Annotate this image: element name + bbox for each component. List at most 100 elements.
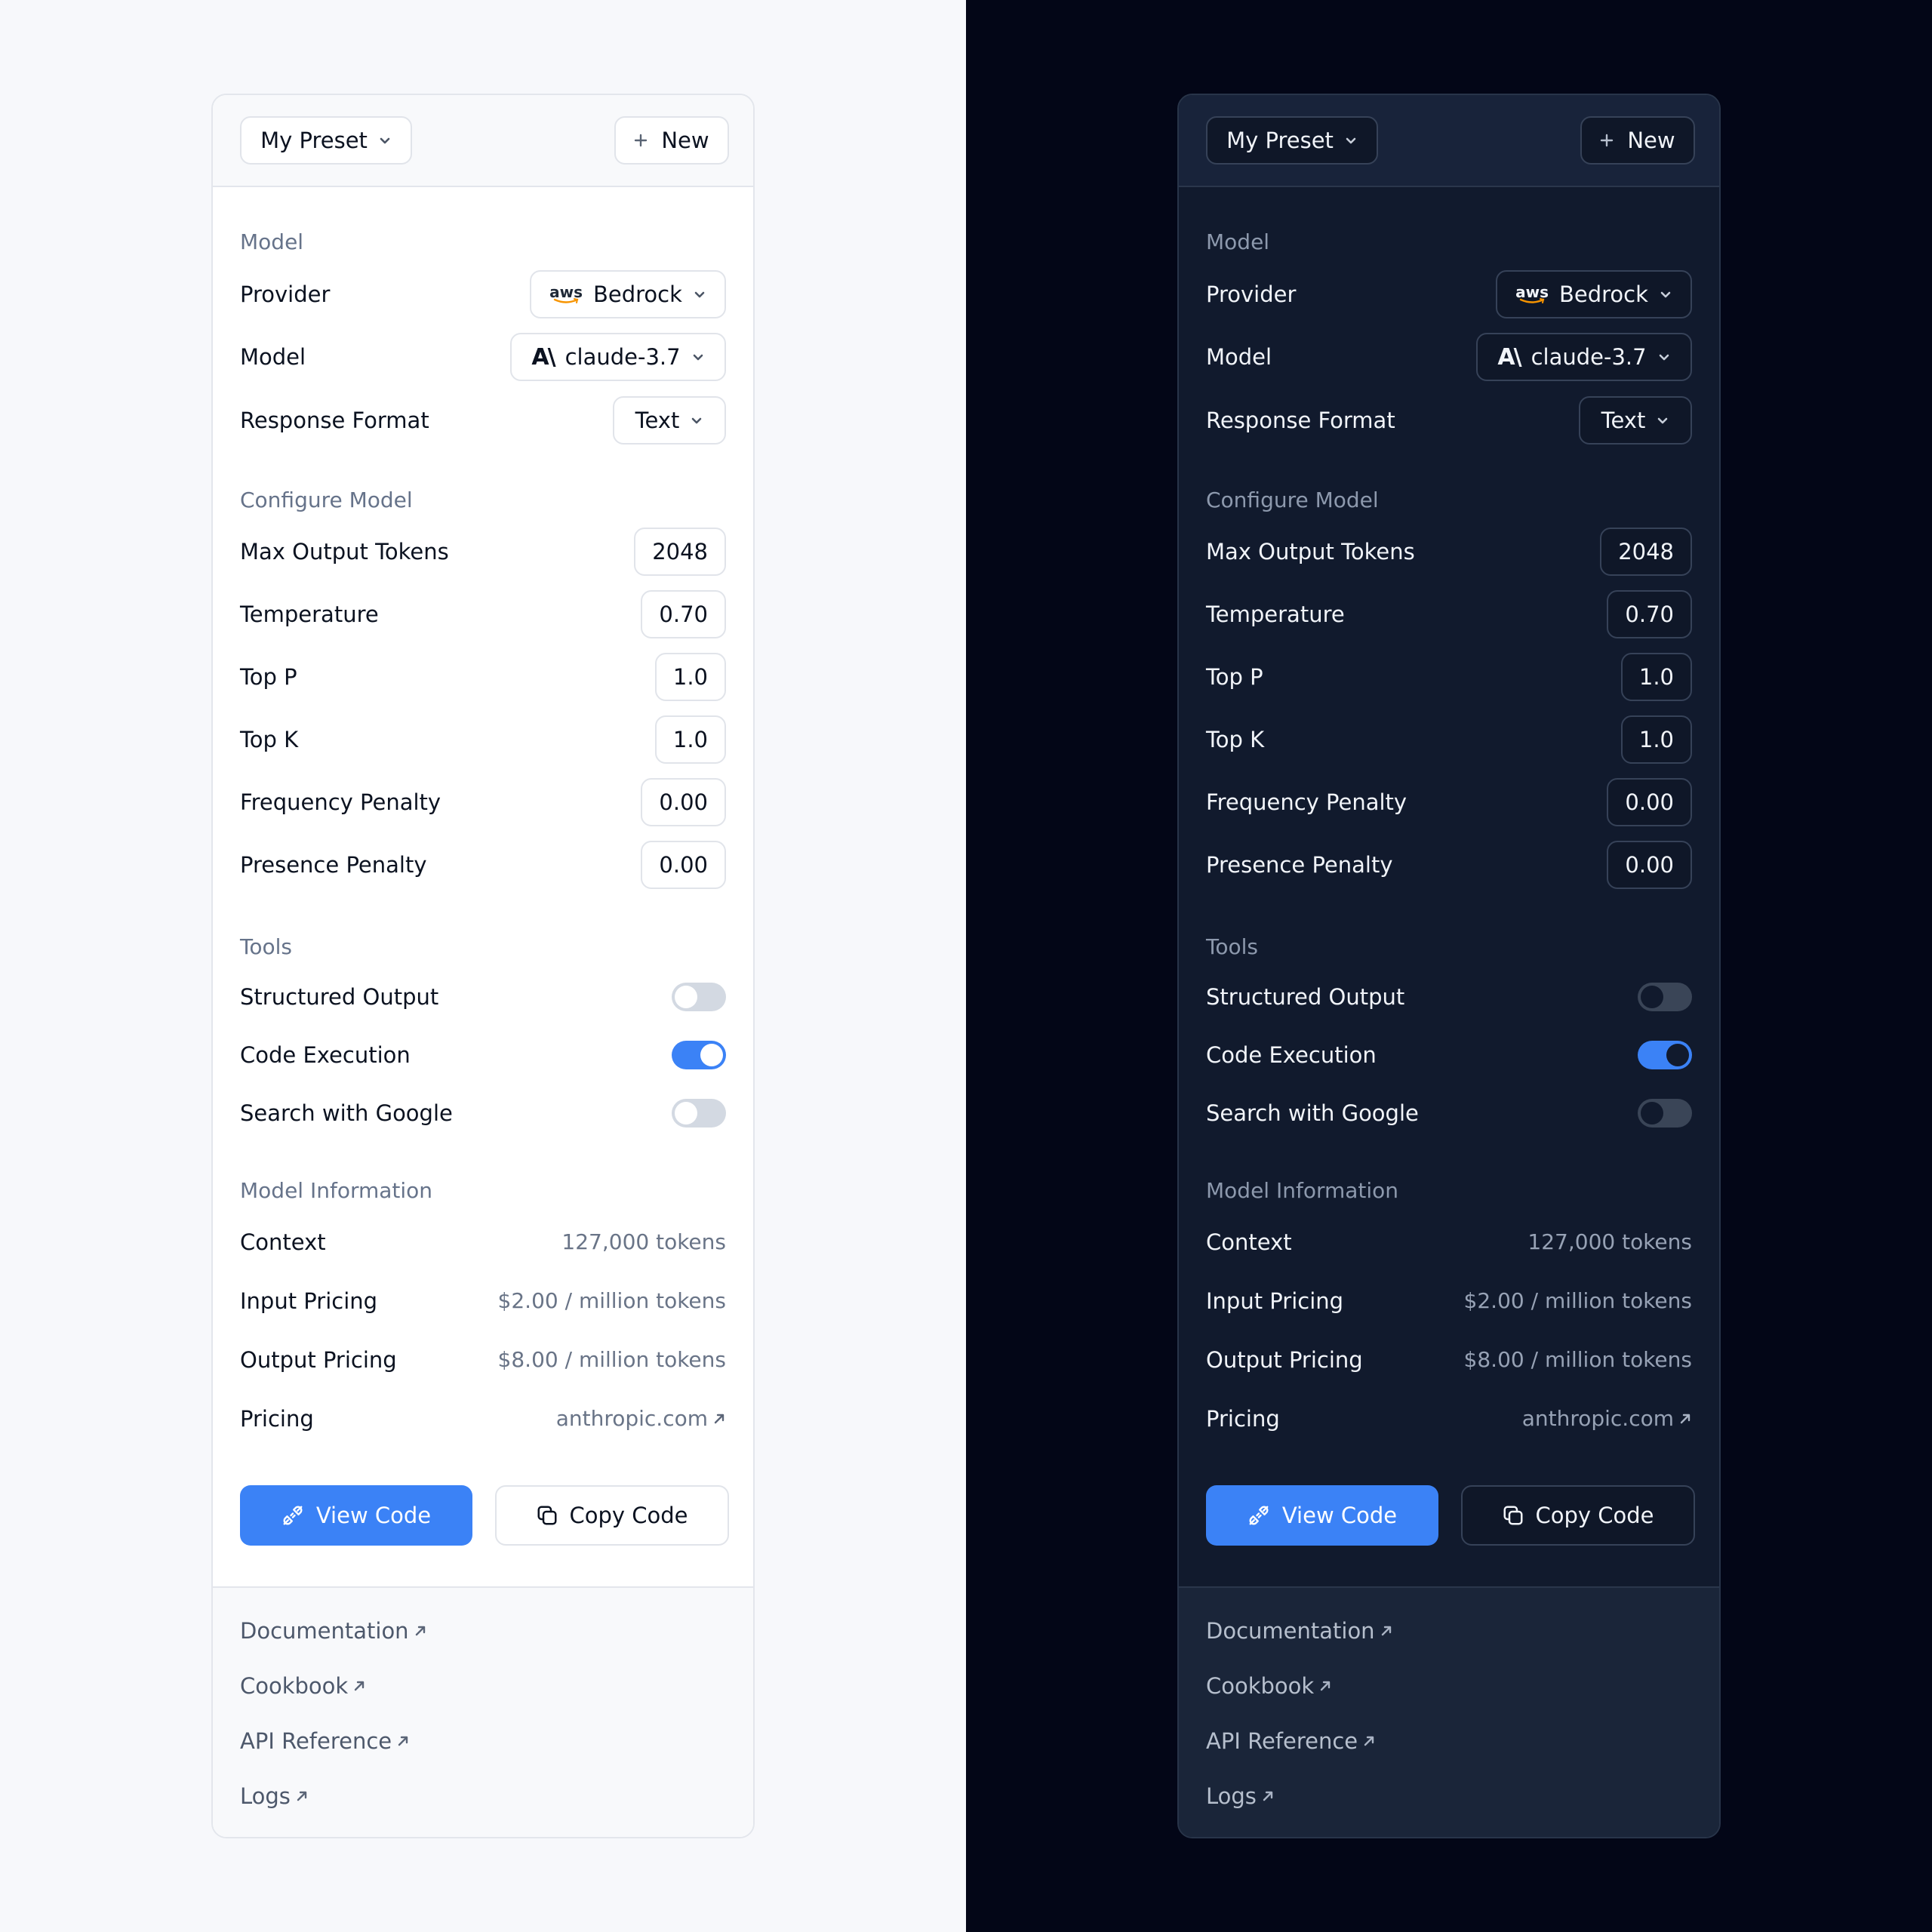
- info-value: 127,000 tokens: [561, 1229, 726, 1254]
- api-reference-link[interactable]: API Reference: [240, 1728, 410, 1754]
- param-label: Top P: [1206, 664, 1263, 690]
- copy-icon: [1503, 1506, 1523, 1525]
- model-value: claude-3.7: [565, 344, 681, 370]
- external-link-icon: [1680, 1414, 1690, 1424]
- frequency-penalty-input[interactable]: 0.00: [641, 778, 726, 826]
- param-label: Max Output Tokens: [1206, 539, 1415, 565]
- preset-dropdown[interactable]: My Preset: [240, 116, 412, 165]
- copy-code-button[interactable]: Copy Code: [495, 1485, 729, 1546]
- info-value: $8.00 / million tokens: [497, 1347, 726, 1372]
- chevron-down-icon: [1659, 354, 1669, 361]
- copy-code-button[interactable]: Copy Code: [1461, 1485, 1695, 1546]
- model-value: claude-3.7: [1531, 344, 1647, 370]
- anthropic-logo-icon: A\: [531, 343, 555, 371]
- copy-code-label: Copy Code: [1535, 1503, 1654, 1528]
- chevron-down-icon: [693, 354, 703, 361]
- preset-dropdown[interactable]: My Preset: [1206, 116, 1378, 165]
- param-label: Top P: [240, 664, 297, 690]
- temperature-input[interactable]: 0.70: [1607, 590, 1692, 638]
- external-link-icon: [398, 1736, 408, 1746]
- new-preset-button[interactable]: New: [614, 116, 729, 165]
- response-format-value: Text: [635, 408, 680, 433]
- info-label: Output Pricing: [1206, 1347, 1363, 1373]
- provider-label: Provider: [1206, 281, 1297, 307]
- section-title-model-info: Model Information: [1206, 1178, 1399, 1203]
- new-preset-button[interactable]: New: [1580, 116, 1695, 165]
- param-label: Frequency Penalty: [1206, 789, 1407, 815]
- search-google-toggle[interactable]: [1638, 1099, 1692, 1128]
- view-code-label: View Code: [1281, 1503, 1398, 1528]
- tool-label: Code Execution: [240, 1042, 411, 1068]
- logs-link[interactable]: Logs: [1206, 1783, 1275, 1809]
- provider-dropdown[interactable]: aws Bedrock: [530, 270, 726, 318]
- info-label: Input Pricing: [1206, 1288, 1344, 1314]
- response-format-dropdown[interactable]: Text: [1579, 396, 1692, 445]
- param-label: Temperature: [1206, 601, 1345, 627]
- frequency-penalty-input[interactable]: 0.00: [1607, 778, 1692, 826]
- preset-label: My Preset: [260, 128, 368, 153]
- external-link-icon: [355, 1681, 365, 1691]
- logs-link[interactable]: Logs: [240, 1783, 309, 1809]
- light-theme-half: My Preset New Model Provider aws Bedrock…: [0, 0, 966, 1932]
- temperature-input[interactable]: 0.70: [641, 590, 726, 638]
- response-format-dropdown[interactable]: Text: [613, 396, 726, 445]
- chevron-down-icon: [380, 137, 390, 144]
- section-title-model: Model: [1206, 229, 1270, 254]
- structured-output-toggle[interactable]: [1638, 983, 1692, 1011]
- section-title-model: Model: [240, 229, 304, 254]
- view-code-button[interactable]: View Code: [1206, 1485, 1438, 1546]
- response-format-value: Text: [1601, 408, 1646, 433]
- provider-value: Bedrock: [592, 281, 682, 307]
- top-k-input[interactable]: 1.0: [654, 715, 726, 764]
- panel-footer: Documentation Cookbook API Reference Log…: [213, 1586, 753, 1837]
- model-label: Model: [1206, 344, 1272, 370]
- aws-logo-icon: aws: [549, 283, 583, 303]
- api-reference-link[interactable]: API Reference: [1206, 1728, 1376, 1754]
- external-link-icon: [1381, 1626, 1391, 1636]
- response-format-label: Response Format: [1206, 408, 1395, 433]
- documentation-link[interactable]: Documentation: [240, 1618, 427, 1644]
- structured-output-toggle[interactable]: [672, 983, 726, 1011]
- chevron-down-icon: [694, 291, 705, 298]
- tool-label: Search with Google: [240, 1100, 453, 1126]
- max-output-tokens-input[interactable]: 2048: [634, 528, 726, 576]
- panel-header: My Preset New: [1179, 95, 1719, 187]
- copy-icon: [537, 1506, 557, 1525]
- cookbook-link[interactable]: Cookbook: [240, 1673, 366, 1699]
- section-title-tools: Tools: [1206, 934, 1258, 959]
- top-p-input[interactable]: 1.0: [654, 653, 726, 701]
- presence-penalty-input[interactable]: 0.00: [1607, 841, 1692, 889]
- top-p-input[interactable]: 1.0: [1620, 653, 1692, 701]
- model-label: Model: [240, 344, 306, 370]
- response-format-label: Response Format: [240, 408, 429, 433]
- plus-icon: [1601, 134, 1614, 147]
- search-google-toggle[interactable]: [672, 1099, 726, 1128]
- documentation-link[interactable]: Documentation: [1206, 1618, 1393, 1644]
- view-code-label: View Code: [315, 1503, 432, 1528]
- panel-footer: Documentation Cookbook API Reference Log…: [1179, 1586, 1719, 1837]
- info-value: $8.00 / million tokens: [1463, 1347, 1692, 1372]
- external-link-icon: [1321, 1681, 1331, 1691]
- info-label: Output Pricing: [240, 1347, 397, 1373]
- chevron-down-icon: [692, 417, 702, 424]
- top-k-input[interactable]: 1.0: [1620, 715, 1692, 764]
- plug-icon: [283, 1506, 303, 1525]
- max-output-tokens-input[interactable]: 2048: [1600, 528, 1692, 576]
- external-link-icon: [297, 1791, 307, 1801]
- tool-label: Code Execution: [1206, 1042, 1377, 1068]
- code-execution-toggle[interactable]: [672, 1041, 726, 1069]
- section-title-configure: Configure Model: [1206, 488, 1379, 512]
- model-dropdown[interactable]: A\ claude-3.7: [510, 333, 726, 381]
- cookbook-link[interactable]: Cookbook: [1206, 1673, 1332, 1699]
- pricing-link[interactable]: anthropic.com: [1522, 1404, 1692, 1434]
- info-value: $2.00 / million tokens: [1463, 1288, 1692, 1313]
- chevron-down-icon: [1346, 137, 1356, 144]
- provider-value: Bedrock: [1558, 281, 1648, 307]
- code-execution-toggle[interactable]: [1638, 1041, 1692, 1069]
- view-code-button[interactable]: View Code: [240, 1485, 472, 1546]
- tool-label: Structured Output: [240, 984, 439, 1010]
- provider-dropdown[interactable]: aws Bedrock: [1496, 270, 1692, 318]
- model-dropdown[interactable]: A\ claude-3.7: [1476, 333, 1692, 381]
- presence-penalty-input[interactable]: 0.00: [641, 841, 726, 889]
- pricing-link[interactable]: anthropic.com: [556, 1404, 726, 1434]
